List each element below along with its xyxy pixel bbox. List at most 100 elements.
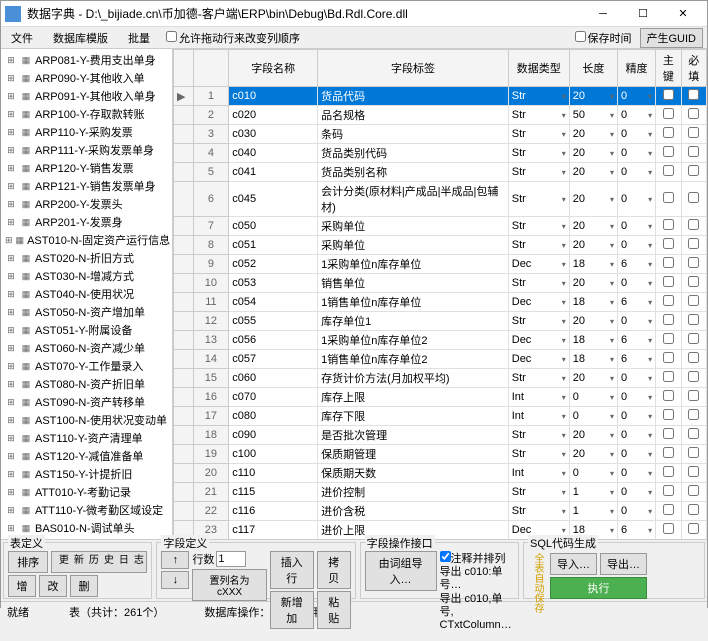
dropdown-icon[interactable]: ▾ [648, 355, 652, 364]
add-button[interactable]: 增 [8, 575, 36, 597]
tree-expand-icon[interactable]: ⊞ [5, 432, 17, 444]
dropdown-icon[interactable]: ▾ [562, 241, 566, 250]
cell-field-label[interactable]: 销售单位 [318, 274, 509, 293]
pk-checkbox[interactable] [663, 485, 674, 496]
col-precision[interactable]: 精度 [618, 50, 656, 87]
tree-expand-icon[interactable]: ⊞ [5, 162, 17, 174]
grid-row[interactable]: 16c070库存上限Int▾0▾0▾ [174, 388, 707, 407]
dropdown-icon[interactable]: ▾ [648, 374, 652, 383]
cell-length[interactable]: 20▾ [569, 312, 617, 331]
required-checkbox[interactable] [688, 108, 699, 119]
cell-pk[interactable] [656, 125, 681, 144]
grid-row[interactable]: 17c080库存下限Int▾0▾0▾ [174, 407, 707, 426]
cell-field-label[interactable]: 库存单位1 [318, 312, 509, 331]
cell-length[interactable]: 0▾ [569, 407, 617, 426]
tree-expand-icon[interactable]: ⊞ [5, 468, 17, 480]
cell-precision[interactable]: 0▾ [618, 236, 656, 255]
dropdown-icon[interactable]: ▾ [610, 412, 614, 421]
dropdown-icon[interactable]: ▾ [562, 260, 566, 269]
row-header[interactable] [174, 388, 194, 407]
cell-precision[interactable]: 0▾ [618, 388, 656, 407]
cell-field-label[interactable]: 采购单位 [318, 236, 509, 255]
cell-field-label[interactable]: 1采购单位n库存单位 [318, 255, 509, 274]
cell-field-name[interactable]: c070 [229, 388, 318, 407]
tree-expand-icon[interactable]: ⊞ [5, 306, 17, 318]
dropdown-icon[interactable]: ▾ [648, 168, 652, 177]
dropdown-icon[interactable]: ▾ [648, 431, 652, 440]
cell-required[interactable] [681, 236, 706, 255]
cell-required[interactable] [681, 483, 706, 502]
dropdown-icon[interactable]: ▾ [648, 111, 652, 120]
paste-button[interactable]: 粘贴 [317, 591, 351, 629]
cell-length[interactable]: 20▾ [569, 163, 617, 182]
dropdown-icon[interactable]: ▾ [610, 260, 614, 269]
cell-required[interactable] [681, 106, 706, 125]
dropdown-icon[interactable]: ▾ [648, 488, 652, 497]
cell-required[interactable] [681, 144, 706, 163]
dropdown-icon[interactable]: ▾ [562, 488, 566, 497]
cell-precision[interactable]: 6▾ [618, 521, 656, 540]
tree-item[interactable]: ⊞▦ARP100-Y-存取款转账 [3, 105, 170, 123]
export-button[interactable]: 导出… [600, 553, 647, 575]
cell-length[interactable]: 20▾ [569, 182, 617, 217]
cell-data-type[interactable]: Int▾ [508, 388, 569, 407]
cell-length[interactable]: 18▾ [569, 255, 617, 274]
pk-checkbox[interactable] [663, 409, 674, 420]
allow-drag-label[interactable]: 允许拖动行来改变列顺序 [164, 30, 300, 46]
cell-length[interactable]: 20▾ [569, 274, 617, 293]
cell-length[interactable]: 20▾ [569, 87, 617, 106]
cell-data-type[interactable]: Str▾ [508, 217, 569, 236]
pk-checkbox[interactable] [663, 314, 674, 325]
tree-pane[interactable]: ⊞▦ARP081-Y-费用支出单身⊞▦ARP090-Y-其他收入单⊞▦ARP09… [1, 49, 173, 539]
cell-field-name[interactable]: c052 [229, 255, 318, 274]
cell-field-label[interactable]: 保质期管理 [318, 445, 509, 464]
grid-row[interactable]: 21c115进价控制Str▾1▾0▾ [174, 483, 707, 502]
tree-item[interactable]: ⊞▦ARP090-Y-其他收入单 [3, 69, 170, 87]
row-header[interactable] [174, 312, 194, 331]
tree-expand-icon[interactable]: ⊞ [5, 522, 17, 534]
tree-expand-icon[interactable]: ⊞ [5, 198, 17, 210]
cell-precision[interactable]: 0▾ [618, 312, 656, 331]
cell-data-type[interactable]: Str▾ [508, 182, 569, 217]
cell-data-type[interactable]: Str▾ [508, 125, 569, 144]
pk-checkbox[interactable] [663, 89, 674, 100]
cell-length[interactable]: 20▾ [569, 144, 617, 163]
cell-pk[interactable] [656, 182, 681, 217]
required-checkbox[interactable] [688, 192, 699, 203]
cell-field-label[interactable]: 存货计价方法(月加权平均) [318, 369, 509, 388]
cell-precision[interactable]: 0▾ [618, 87, 656, 106]
export-opt-1[interactable]: 导出 c010:单号… [440, 566, 515, 592]
dropdown-icon[interactable]: ▾ [610, 317, 614, 326]
tree-expand-icon[interactable]: ⊞ [5, 504, 17, 516]
dropdown-icon[interactable]: ▾ [648, 393, 652, 402]
cell-precision[interactable]: 6▾ [618, 255, 656, 274]
modify-button[interactable]: 改 [39, 575, 67, 597]
grid-row[interactable]: 10c053销售单位Str▾20▾0▾ [174, 274, 707, 293]
required-checkbox[interactable] [688, 295, 699, 306]
tree-expand-icon[interactable]: ⊞ [5, 414, 17, 426]
dropdown-icon[interactable]: ▾ [610, 241, 614, 250]
cell-field-name[interactable]: c054 [229, 293, 318, 312]
cell-field-label[interactable]: 货品类别代码 [318, 144, 509, 163]
pk-checkbox[interactable] [663, 257, 674, 268]
dropdown-icon[interactable]: ▾ [562, 431, 566, 440]
pk-checkbox[interactable] [663, 108, 674, 119]
cell-pk[interactable] [656, 426, 681, 445]
required-checkbox[interactable] [688, 447, 699, 458]
tree-expand-icon[interactable]: ⊞ [5, 396, 17, 408]
cell-length[interactable]: 20▾ [569, 125, 617, 144]
cell-pk[interactable] [656, 445, 681, 464]
allow-drag-checkbox[interactable] [166, 31, 177, 42]
tree-item[interactable]: ⊞▦AST100-N-使用状况变动单 [3, 411, 170, 429]
cell-required[interactable] [681, 182, 706, 217]
cell-field-name[interactable]: c056 [229, 331, 318, 350]
cell-field-label[interactable]: 进价控制 [318, 483, 509, 502]
tree-item[interactable]: ⊞▦ARP120-Y-销售发票 [3, 159, 170, 177]
new-add-button[interactable]: 新增加 [270, 591, 314, 629]
dropdown-icon[interactable]: ▾ [610, 450, 614, 459]
cell-required[interactable] [681, 502, 706, 521]
dropdown-icon[interactable]: ▾ [610, 507, 614, 516]
tree-item[interactable]: ⊞▦AST030-N-增减方式 [3, 267, 170, 285]
cell-field-label[interactable]: 1销售单位n库存单位2 [318, 350, 509, 369]
dropdown-icon[interactable]: ▾ [610, 92, 614, 101]
